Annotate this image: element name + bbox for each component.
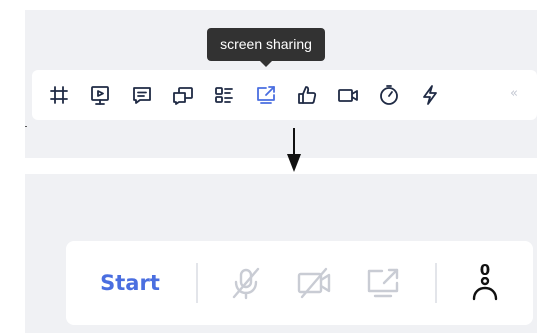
screen-share-icon[interactable] [255, 84, 277, 106]
tooltip: screen sharing [207, 28, 325, 61]
user-icon [472, 277, 498, 301]
divider [196, 263, 198, 303]
collapse-toolbar-button[interactable]: « [506, 86, 522, 102]
timer-icon[interactable] [378, 84, 400, 106]
camera-off-icon[interactable] [294, 263, 334, 303]
layout-icon[interactable] [48, 84, 70, 106]
microphone-off-icon[interactable] [226, 263, 266, 303]
video-camera-icon[interactable] [337, 84, 359, 106]
tick-mark [25, 126, 27, 127]
participants-button[interactable]: 0 [469, 261, 501, 309]
start-button[interactable]: Start [92, 263, 168, 303]
lightning-icon[interactable] [419, 84, 441, 106]
thumbs-up-icon[interactable] [296, 84, 318, 106]
down-arrow-icon [287, 128, 301, 172]
presentation-icon[interactable] [89, 84, 111, 106]
toolbar: « [32, 70, 537, 120]
agenda-list-icon[interactable] [213, 84, 235, 106]
screen-share-icon[interactable] [363, 263, 403, 303]
meeting-control-bar: Start 0 [66, 241, 533, 325]
breakout-rooms-icon[interactable] [172, 84, 194, 106]
tooltip-caret [260, 61, 272, 67]
chat-icon[interactable] [131, 84, 153, 106]
divider [435, 263, 437, 303]
